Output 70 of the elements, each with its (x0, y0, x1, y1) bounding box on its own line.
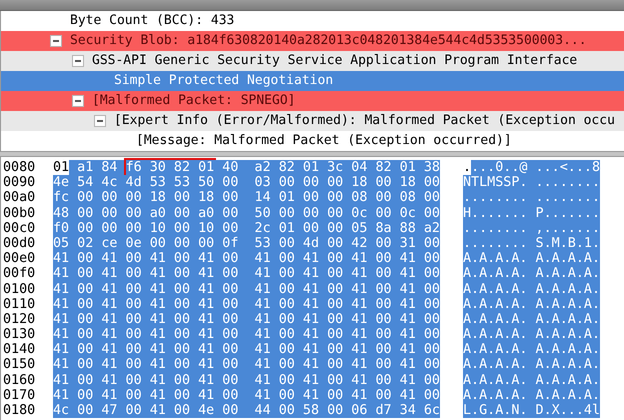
tree-item-text: [Malformed Packet: SPNEGO] (92, 92, 296, 110)
ascii-text: A.A.A.A. A.A.A.A. (463, 327, 600, 342)
tree-item-text: GSS-API Generic Security Service Application Program Interface (92, 52, 578, 70)
tree-item-text: Security Blob: a184f630820140a282013c048201384e544c4d5353500003... (70, 32, 587, 50)
ascii-text: ........ ,....... (463, 220, 600, 236)
ascii-text: A.A.A.A. A.A.A.A. (463, 388, 600, 404)
offset: 0180 (2, 403, 36, 418)
hex-bytes: 41 00 41 00 41 00 41 00 41 00 41 00 41 00 41 00 (53, 372, 440, 388)
hex-bytes: 41 00 41 00 41 00 41 00 41 00 41 00 41 00 41 00 (53, 251, 440, 266)
hex-bytes: 41 00 41 00 41 00 41 00 41 00 41 00 41 00 41 00 (53, 296, 440, 312)
tree-row[interactable]: GSS-API Generic Security Service Application Program Interface (1, 51, 624, 71)
hex-bytes: a1 84 (69, 160, 126, 176)
offset: 0120 (2, 312, 36, 328)
hex-bytes: 41 00 41 00 41 00 41 00 41 00 41 00 41 00 41 00 (53, 388, 440, 404)
ascii-text: A.A.A.A. A.A.A.A. (463, 357, 600, 373)
hex-bytes: 41 00 41 00 41 00 41 00 41 00 41 00 41 00 41 00 (53, 282, 440, 297)
hex-bytes: 4e 54 4c 4d 53 53 50 00 03 00 00 00 18 00 18 00 (53, 175, 440, 190)
tree-item-text: [Message: Malformed Packet (Exception occurred)] (136, 132, 512, 150)
tree-item-text: Simple Protected Negotiation (114, 72, 334, 90)
collapse-icon[interactable] (72, 55, 84, 67)
offset: 0100 (2, 282, 36, 297)
ascii-text: ........ S.M.B.1. (463, 236, 600, 252)
offset: 00b0 (2, 206, 36, 221)
hex-bytes: 48 00 00 00 a0 00 a0 00 50 00 00 00 0c 00 0c 00 (53, 206, 440, 221)
hex-bytes: 41 00 41 00 41 00 41 00 41 00 41 00 41 00 41 00 (53, 342, 440, 358)
offset: 0150 (2, 357, 36, 373)
ascii-text: A.A.A.A. A.A.A.A. (463, 342, 600, 358)
offset: 0110 (2, 296, 36, 312)
tree-row[interactable]: Simple Protected Negotiation (1, 71, 624, 91)
offset: 00a0 (2, 190, 36, 206)
ascii-text: NTLMSSP. ........ (463, 175, 600, 190)
offset: 0170 (2, 388, 36, 404)
ascii-text: ........ ........ (463, 190, 600, 206)
tree-row[interactable]: [Expert Info (Error/Malformed): Malformed Packet (Exception occu (1, 111, 624, 131)
tree-item-text: Byte Count (BCC): 433 (70, 12, 234, 30)
collapse-icon[interactable] (72, 95, 84, 107)
ascii-text: A.A.A.A. A.A.A.A. (463, 251, 600, 266)
offset: 00d0 (2, 236, 36, 252)
hex-bytes: 05 02 ce 0e 00 00 00 0f 53 00 4d 00 42 00 31 00 (53, 236, 440, 252)
hex-bytes: 41 00 41 00 41 00 41 00 41 00 41 00 41 00 41 00 (53, 266, 440, 282)
highlighted-bytes: f6 30 82 01 (126, 160, 214, 176)
offset: 00e0 (2, 251, 36, 266)
ascii-text: A.A.A.A. A.A.A.A. (463, 372, 600, 388)
offset: 00f0 (2, 266, 36, 282)
collapse-icon[interactable] (94, 115, 106, 127)
hex-bytes: 41 00 41 00 41 00 41 00 41 00 41 00 41 00 41 00 (53, 327, 440, 342)
offset: 0140 (2, 342, 36, 358)
tree-row[interactable]: [Malformed Packet: SPNEGO] (1, 91, 624, 111)
hex-bytes: f0 00 00 00 10 00 10 00 2c 01 00 00 05 8a 88 a2 (53, 220, 440, 236)
offset: 00c0 (2, 220, 36, 236)
hex-bytes: 4c 00 47 00 41 00 4e 00 44 00 58 00 06 d7 34 6c (53, 403, 440, 418)
offset: 0130 (2, 327, 36, 342)
tree-item-text: [Expert Info (Error/Malformed): Malformed Packet (Exception occu (114, 112, 615, 130)
hex-bytes: 40 a2 82 01 3c 04 82 01 38 (214, 160, 440, 176)
hex-bytes: fc 00 00 00 18 00 18 00 14 01 00 00 08 00 08 00 (53, 190, 440, 206)
collapse-icon[interactable] (50, 35, 62, 47)
ascii-text: L.G.A.N. D.X...4l (463, 403, 600, 418)
hex-bytes: 41 00 41 00 41 00 41 00 41 00 41 00 41 00 41 00 (53, 312, 440, 328)
ascii-text: ...0..@ ...<...8 (471, 160, 600, 176)
scrollbar[interactable] (0, 0, 624, 11)
ascii-text: H....... P....... (463, 206, 600, 221)
offset: 0160 (2, 372, 36, 388)
ascii-text: A.A.A.A. A.A.A.A. (463, 296, 600, 312)
offset: 0080 (2, 160, 36, 176)
tree-row[interactable]: Security Blob: a184f630820140a282013c048201384e544c4d5353500003... (1, 31, 624, 51)
ascii-text: A.A.A.A. A.A.A.A. (463, 282, 600, 297)
ascii-text: A.A.A.A. A.A.A.A. (463, 266, 600, 282)
offset: 0090 (2, 175, 36, 190)
hex-bytes: 41 00 41 00 41 00 41 00 41 00 41 00 41 00 41 00 (53, 357, 440, 373)
ascii-text: A.A.A.A. A.A.A.A. (463, 312, 600, 328)
